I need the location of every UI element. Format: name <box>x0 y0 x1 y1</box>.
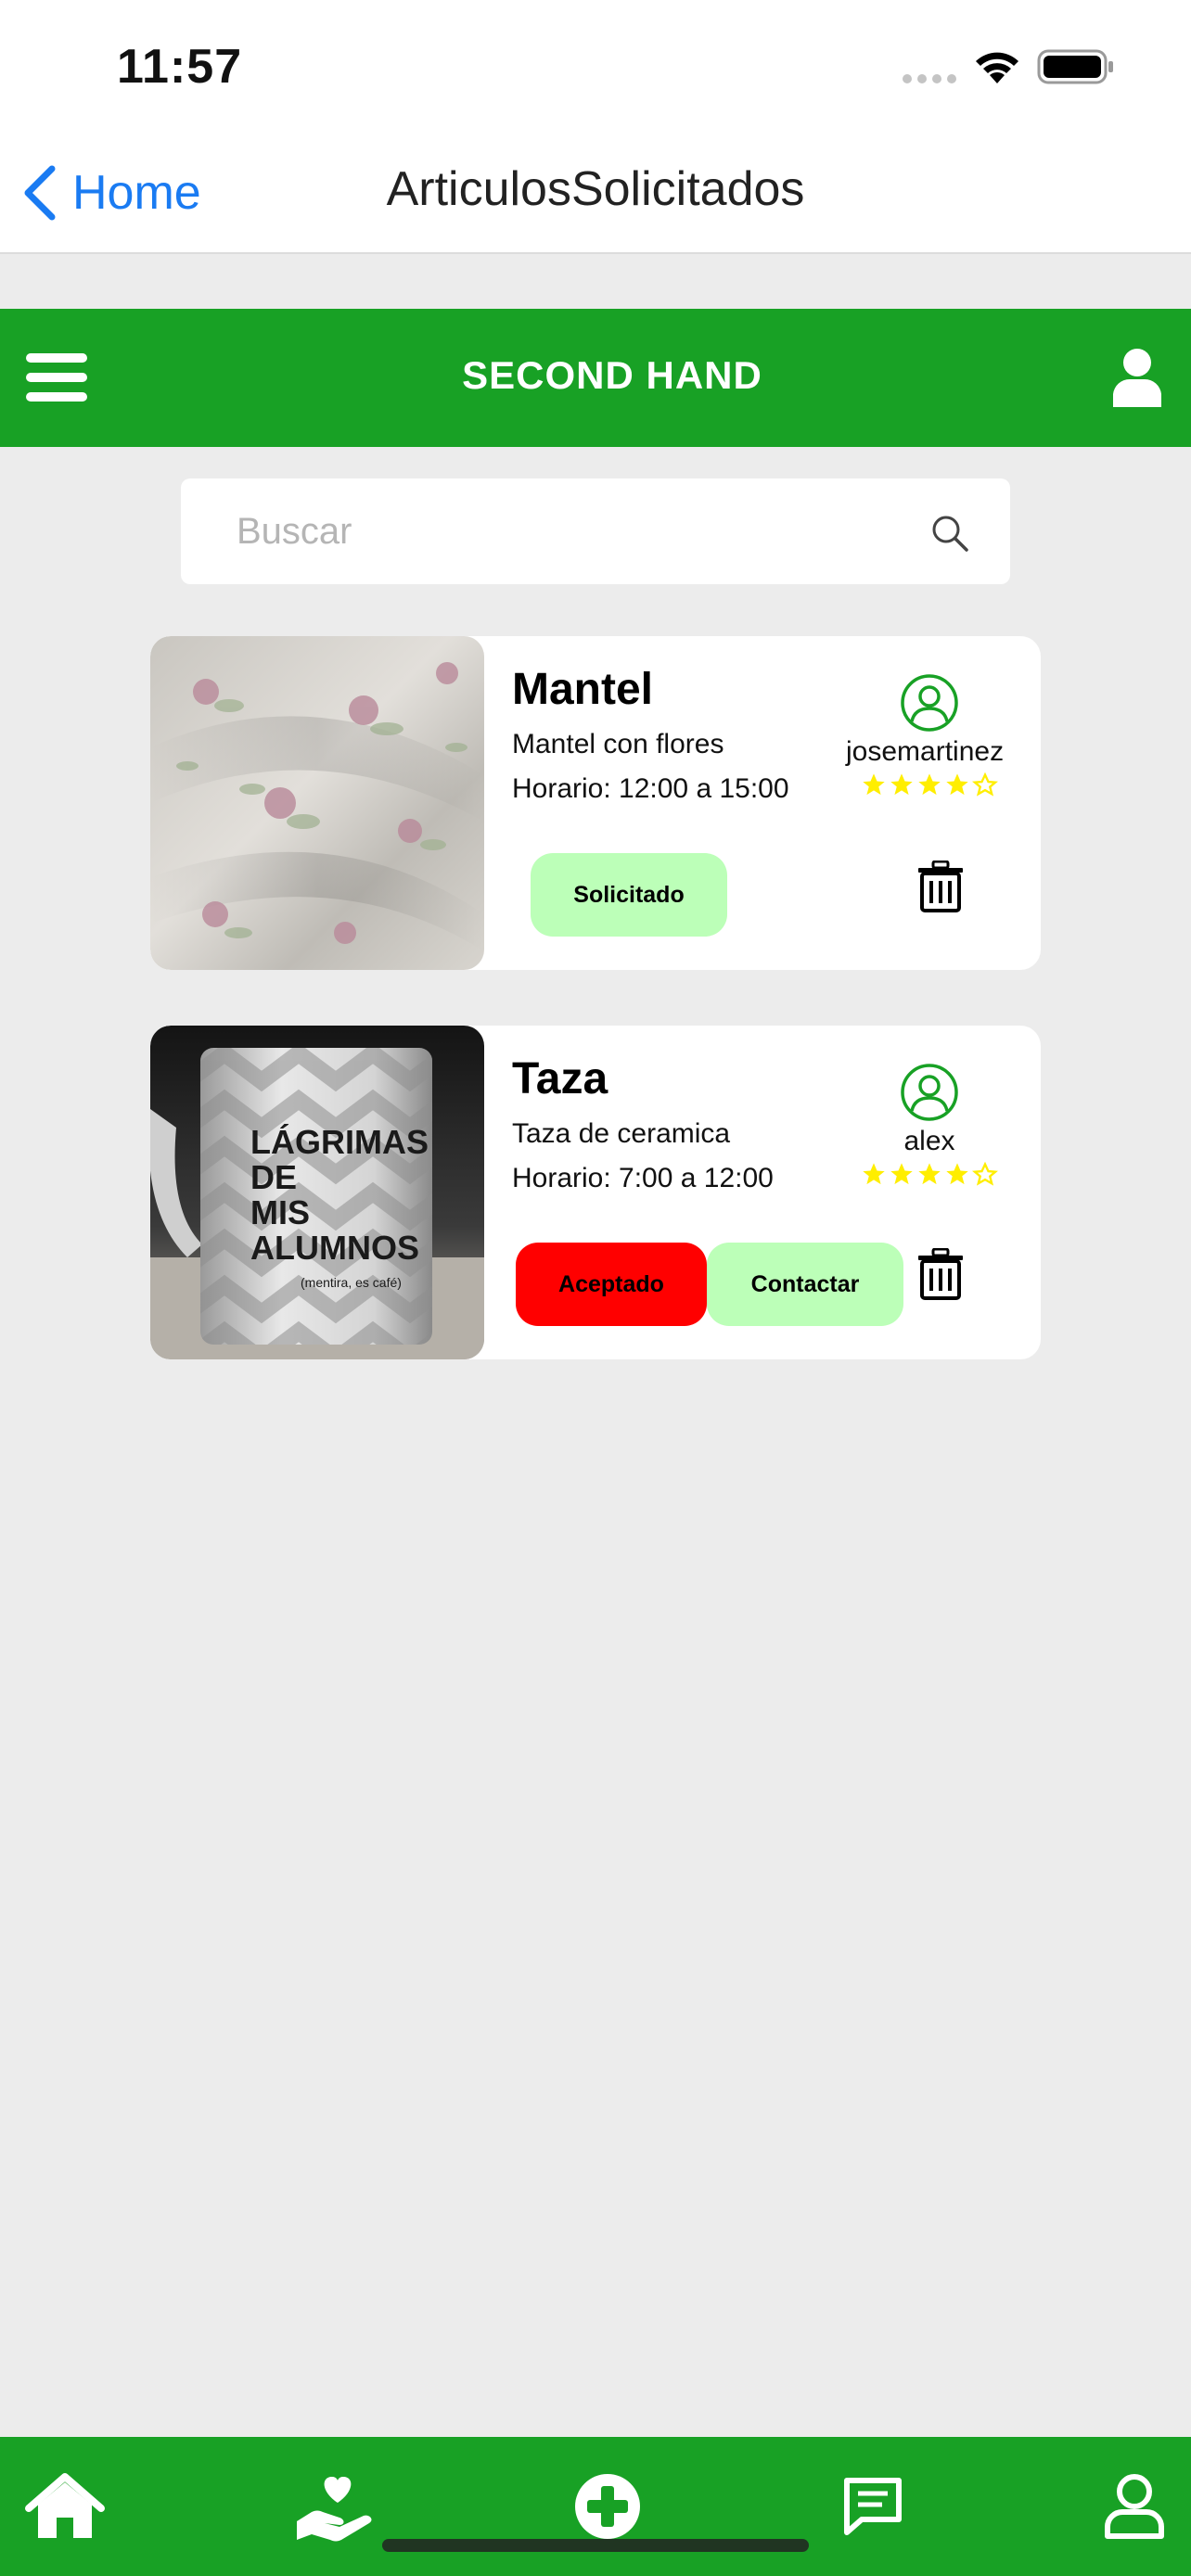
mug-text-line-1: LÁGRIMAS <box>250 1123 429 1161</box>
chevron-left-icon <box>24 165 56 221</box>
star-filled-icon <box>890 773 913 796</box>
star-empty-icon <box>972 1161 998 1186</box>
status-bar: 11:57 <box>0 0 1191 130</box>
back-button[interactable]: Home <box>19 156 201 230</box>
plus-circle-icon <box>575 2474 640 2539</box>
chat-icon <box>844 2478 902 2535</box>
owner-block[interactable]: josemartinez <box>837 673 1022 797</box>
tab-profile[interactable] <box>1093 2465 1176 2548</box>
owner-username: josemartinez <box>846 736 1005 767</box>
owner-block[interactable]: alex <box>837 1063 1022 1187</box>
item-card-taza[interactable]: LÁGRIMAS DE MIS ALUMNOS (mentira, es caf… <box>150 1026 1041 1359</box>
user-profile-icon[interactable] <box>1111 348 1163 409</box>
mug-text-line-4: ALUMNOS <box>250 1229 419 1267</box>
bottom-tab-bar <box>0 2437 1191 2576</box>
battery-icon <box>1037 49 1113 84</box>
requested-button[interactable]: Solicitado <box>531 853 727 937</box>
search-bar <box>181 478 1010 584</box>
star-filled-icon <box>863 1163 885 1185</box>
home-indicator <box>382 2539 809 2552</box>
trash-icon[interactable] <box>916 1248 965 1300</box>
item-schedule: Horario: 12:00 a 15:00 <box>512 773 789 804</box>
tab-donate[interactable] <box>295 2465 378 2548</box>
hand-heart-icon <box>297 2477 372 2542</box>
tab-messages[interactable] <box>831 2465 915 2548</box>
trash-icon[interactable] <box>916 861 965 912</box>
wifi-icon <box>976 52 1018 83</box>
star-filled-icon <box>890 1163 913 1185</box>
app-title: SECOND HAND <box>462 353 762 397</box>
owner-username: alex <box>903 1126 955 1156</box>
back-button-label: Home <box>72 166 201 220</box>
home-icon <box>25 2473 105 2538</box>
cellular-signal-icon <box>903 74 956 83</box>
item-image-mug: LÁGRIMAS DE MIS ALUMNOS (mentira, es caf… <box>150 1026 484 1359</box>
screen: 11:57 ArticulosSolicitados Home SECOND H… <box>0 0 1191 2576</box>
person-icon <box>1105 2474 1164 2539</box>
user-avatar-icon <box>901 1064 958 1121</box>
star-empty-icon <box>972 772 998 797</box>
user-avatar-icon <box>901 674 958 732</box>
contact-button[interactable]: Contactar <box>707 1243 903 1326</box>
owner-rating <box>837 772 1022 797</box>
mug-text-line-3: MIS <box>250 1193 310 1231</box>
owner-rating <box>837 1161 1022 1187</box>
item-title: Taza <box>512 1054 608 1103</box>
tab-home[interactable] <box>23 2465 107 2548</box>
item-image-tablecloth <box>150 636 484 970</box>
app-header: SECOND HAND <box>0 309 1191 447</box>
item-schedule: Horario: 7:00 a 12:00 <box>512 1163 774 1193</box>
accepted-button[interactable]: Aceptado <box>516 1243 707 1326</box>
item-description: Mantel con flores <box>512 729 724 759</box>
search-icon[interactable] <box>930 514 969 553</box>
star-filled-icon <box>946 773 968 796</box>
search-input[interactable] <box>237 501 886 562</box>
item-title: Mantel <box>512 665 654 714</box>
item-card-mantel[interactable]: Mantel Mantel con flores Horario: 12:00 … <box>150 636 1041 970</box>
mug-text-line-2: DE <box>250 1158 297 1196</box>
star-filled-icon <box>863 773 885 796</box>
star-filled-icon <box>918 773 941 796</box>
item-description: Taza de ceramica <box>512 1118 731 1149</box>
mug-text-line-5: (mentira, es café) <box>301 1275 402 1290</box>
tab-add[interactable] <box>566 2465 649 2548</box>
star-filled-icon <box>918 1163 941 1185</box>
star-filled-icon <box>946 1163 968 1185</box>
status-time: 11:57 <box>117 40 243 94</box>
navigation-bar: ArticulosSolicitados Home <box>0 130 1191 254</box>
